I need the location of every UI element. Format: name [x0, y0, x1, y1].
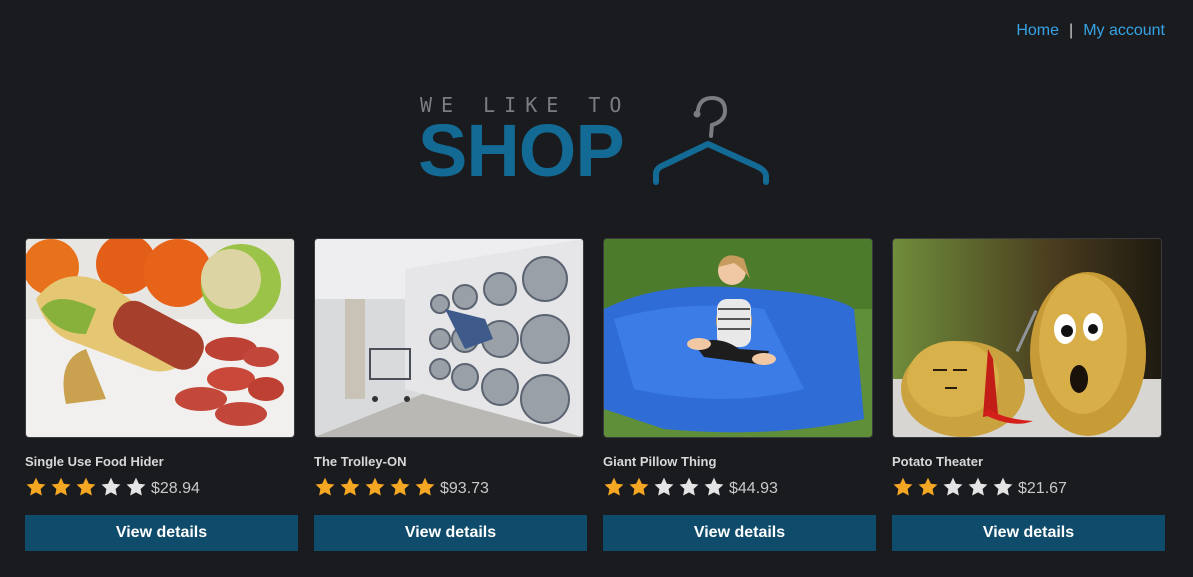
star-empty-icon — [679, 477, 699, 496]
top-nav: Home | My account — [1016, 22, 1165, 40]
product-rating — [603, 476, 725, 498]
shop-page: Home | My account WE LIKE TO SHOP Single… — [0, 0, 1193, 577]
view-details-button[interactable]: View details — [25, 515, 298, 551]
star-empty-icon — [993, 477, 1013, 496]
product-rating — [314, 476, 436, 498]
product-image-link[interactable] — [892, 238, 1162, 438]
star-filled-icon — [390, 477, 410, 496]
star-filled-icon — [629, 477, 649, 496]
view-details-button[interactable]: View details — [603, 515, 876, 551]
potato-image — [893, 239, 1161, 437]
star-filled-icon — [604, 477, 624, 496]
star-filled-icon — [340, 477, 360, 496]
star-empty-icon — [654, 477, 674, 496]
product-rating — [892, 476, 1014, 498]
star-empty-icon — [101, 477, 121, 496]
star-empty-icon — [943, 477, 963, 496]
product-name: The Trolley-ON — [314, 454, 407, 469]
view-details-button[interactable]: View details — [892, 515, 1165, 551]
star-empty-icon — [126, 477, 146, 496]
product-price: $93.73 — [440, 480, 489, 497]
product-price: $28.94 — [151, 480, 200, 497]
star-filled-icon — [26, 477, 46, 496]
star-filled-icon — [893, 477, 913, 496]
food-image — [26, 239, 294, 437]
hanger-icon — [653, 95, 769, 185]
product-name: Single Use Food Hider — [25, 454, 164, 469]
logo-word: SHOP — [418, 109, 625, 192]
star-empty-icon — [704, 477, 724, 496]
shop-logo: WE LIKE TO SHOP — [418, 90, 778, 190]
star-empty-icon — [968, 477, 988, 496]
product-image-link[interactable] — [314, 238, 584, 438]
product-card: Giant Pillow Thing $44.93 View details — [603, 238, 877, 551]
view-details-button[interactable]: View details — [314, 515, 587, 551]
star-filled-icon — [76, 477, 96, 496]
star-filled-icon — [51, 477, 71, 496]
product-name: Potato Theater — [892, 454, 984, 469]
my-account-link[interactable]: My account — [1083, 22, 1165, 40]
product-card: Potato Theater $21.67 View details — [892, 238, 1166, 551]
product-card: Single Use Food Hider $28.94 View detail… — [25, 238, 299, 551]
product-card: The Trolley-ON $93.73 View details — [314, 238, 588, 551]
home-link[interactable]: Home — [1016, 22, 1059, 40]
product-rating — [25, 476, 147, 498]
nav-separator: | — [1069, 22, 1074, 39]
laundromat-image — [315, 239, 583, 437]
star-filled-icon — [315, 477, 335, 496]
star-filled-icon — [365, 477, 385, 496]
star-filled-icon — [918, 477, 938, 496]
product-image-link[interactable] — [603, 238, 873, 438]
product-image-link[interactable] — [25, 238, 295, 438]
product-name: Giant Pillow Thing — [603, 454, 717, 469]
star-filled-icon — [415, 477, 435, 496]
product-price: $21.67 — [1018, 480, 1067, 497]
pillow-image — [604, 239, 872, 437]
product-price: $44.93 — [729, 480, 778, 497]
product-grid: Single Use Food Hider $28.94 View detail… — [25, 238, 1166, 551]
